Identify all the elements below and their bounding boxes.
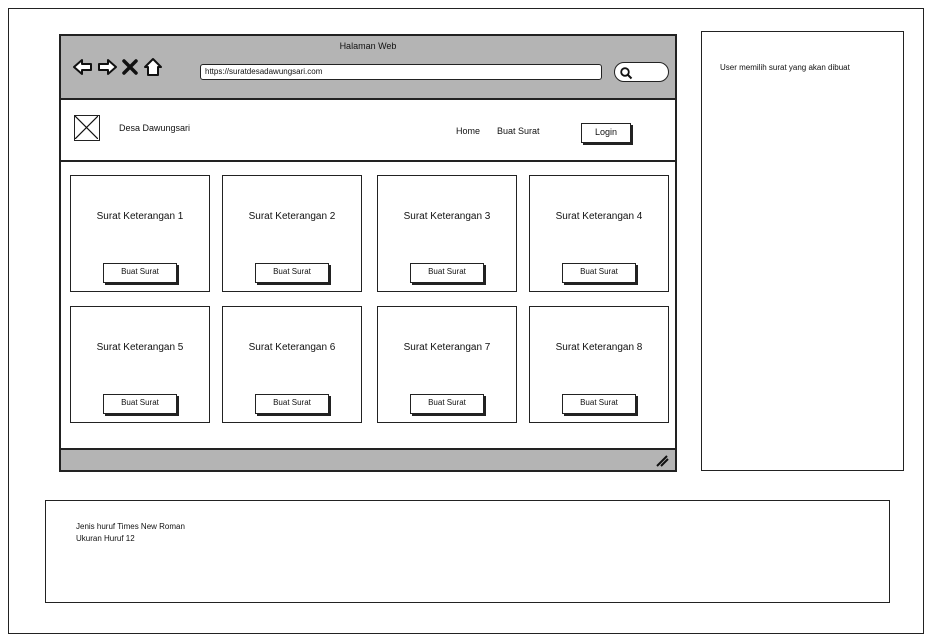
browser-statusbar: [61, 448, 675, 470]
buat-surat-button-6[interactable]: Buat Surat: [255, 394, 329, 414]
letter-card-4: Surat Keterangan 4 Buat Surat: [529, 175, 669, 292]
site-header: Desa Dawungsari Home Buat Surat Login: [61, 100, 675, 162]
forward-arrow-icon[interactable]: [97, 58, 117, 76]
browser-window: Halaman Web https://suratdesadawungsari.…: [59, 34, 677, 472]
font-family-note: Jenis huruf Times New Roman: [76, 522, 185, 531]
buat-surat-button-8[interactable]: Buat Surat: [562, 394, 636, 414]
buat-surat-button-2[interactable]: Buat Surat: [255, 263, 329, 283]
buat-surat-button-1[interactable]: Buat Surat: [103, 263, 177, 283]
side-annotation-note: User memilih surat yang akan dibuat: [701, 31, 904, 471]
letter-card-3: Surat Keterangan 3 Buat Surat: [377, 175, 517, 292]
buat-surat-button-4[interactable]: Buat Surat: [562, 263, 636, 283]
card-title: Surat Keterangan 1: [96, 211, 184, 222]
card-title: Surat Keterangan 4: [555, 211, 643, 222]
address-bar[interactable]: https://suratdesadawungsari.com: [200, 64, 602, 80]
buat-surat-button-3[interactable]: Buat Surat: [410, 263, 484, 283]
side-note-text: User memilih surat yang akan dibuat: [720, 63, 850, 72]
card-title: Surat Keterangan 2: [248, 211, 336, 222]
card-title: Surat Keterangan 7: [403, 342, 491, 353]
buat-surat-button-5[interactable]: Buat Surat: [103, 394, 177, 414]
search-field[interactable]: [614, 62, 669, 82]
search-icon: [620, 67, 633, 80]
login-button[interactable]: Login: [581, 123, 631, 143]
letter-card-8: Surat Keterangan 8 Buat Surat: [529, 306, 669, 423]
back-arrow-icon[interactable]: [73, 58, 93, 76]
close-icon[interactable]: [121, 58, 139, 76]
letter-card-6: Surat Keterangan 6 Buat Surat: [222, 306, 362, 423]
letter-card-2: Surat Keterangan 2 Buat Surat: [222, 175, 362, 292]
nav-icons: [73, 56, 163, 78]
letter-card-7: Surat Keterangan 7 Buat Surat: [377, 306, 517, 423]
nav-buat-surat-link[interactable]: Buat Surat: [497, 126, 540, 136]
letter-card-1: Surat Keterangan 1 Buat Surat: [70, 175, 210, 292]
bottom-annotation-note: Jenis huruf Times New Roman Ukuran Huruf…: [45, 500, 890, 603]
browser-titlebar: Halaman Web https://suratdesadawungsari.…: [61, 36, 675, 100]
resize-grip-icon[interactable]: [655, 455, 669, 467]
card-title: Surat Keterangan 6: [248, 342, 336, 353]
window-title: Halaman Web: [339, 41, 397, 51]
card-title: Surat Keterangan 3: [403, 211, 491, 222]
buat-surat-button-7[interactable]: Buat Surat: [410, 394, 484, 414]
logo-image-placeholder: [74, 115, 100, 141]
card-title: Surat Keterangan 8: [555, 342, 643, 353]
font-size-note: Ukuran Huruf 12: [76, 534, 135, 543]
card-title: Surat Keterangan 5: [96, 342, 184, 353]
nav-home-link[interactable]: Home: [456, 126, 480, 136]
site-name: Desa Dawungsari: [119, 123, 191, 133]
letter-card-5: Surat Keterangan 5 Buat Surat: [70, 306, 210, 423]
home-icon[interactable]: [143, 57, 163, 77]
